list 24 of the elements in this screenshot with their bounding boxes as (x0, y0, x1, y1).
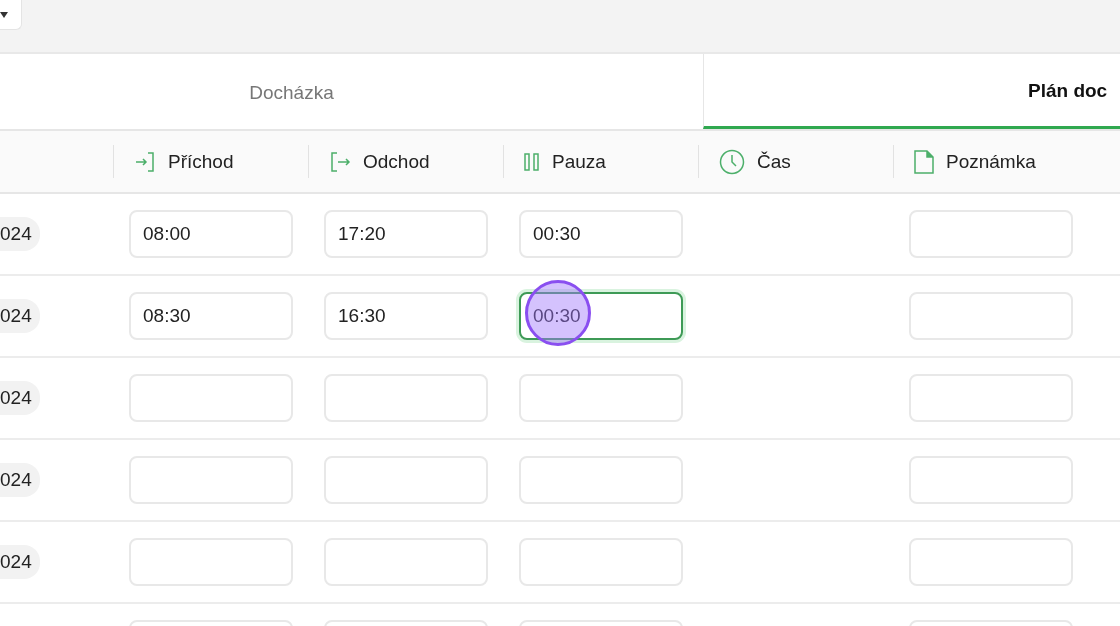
date-badge: 024 (0, 381, 40, 415)
column-header: Odchod (363, 150, 430, 173)
clock-icon (719, 148, 745, 175)
time-field[interactable]: 00:30 (519, 292, 683, 340)
caret-icon (0, 11, 8, 18)
column-header: Pauza (552, 150, 606, 173)
dropdown-button[interactable] (0, 0, 22, 30)
date-badge: 024 (0, 545, 40, 579)
date-badge: 024 (0, 299, 40, 333)
column-header: Příchod (168, 150, 234, 173)
column-header: Poznámka (946, 150, 1036, 173)
time-field[interactable]: 08:00 (129, 210, 293, 258)
tab[interactable]: Plán doc (703, 54, 1120, 129)
time-field[interactable]: 08:30 (129, 292, 293, 340)
pause-icon (524, 152, 540, 171)
document-icon (914, 149, 934, 174)
time-field[interactable]: 17:20 (324, 210, 488, 258)
time-field[interactable]: 16:30 (324, 292, 488, 340)
date-badge: 024 (0, 463, 40, 497)
sign-out-icon (329, 150, 351, 173)
time-field[interactable]: 00:30 (519, 210, 683, 258)
date-badge: 024 (0, 217, 40, 251)
sign-in-icon (134, 150, 156, 173)
column-header: Čas (757, 150, 791, 173)
